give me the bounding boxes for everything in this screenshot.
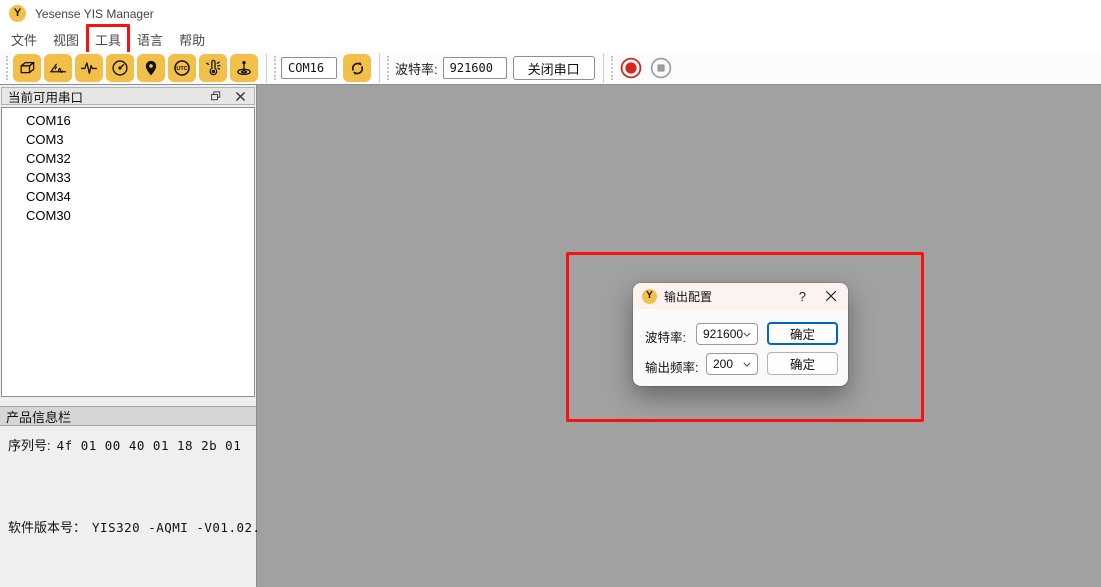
- toolbar-separator: [379, 53, 380, 83]
- menu-item-language[interactable]: 语言: [136, 28, 164, 51]
- toolbar-drag-handle[interactable]: [387, 56, 389, 80]
- dialog-baud-value: 921600: [703, 327, 743, 341]
- port-list-item[interactable]: COM33: [2, 168, 254, 187]
- close-panel-button[interactable]: [232, 89, 248, 103]
- serial-ports-panel: 当前可用串口 COM16 COM3 COM32 COM33 COM34 COM3…: [0, 85, 257, 587]
- attitude-icon: [234, 58, 254, 78]
- dialog-rate-value: 200: [713, 357, 733, 371]
- temperature-button[interactable]: [199, 54, 227, 82]
- float-panel-button[interactable]: [208, 89, 224, 103]
- menu-item-file[interactable]: 文件: [10, 28, 38, 51]
- toolbar-separator: [266, 53, 267, 83]
- port-list: COM16 COM3 COM32 COM33 COM34 COM30: [1, 107, 255, 397]
- refresh-ports-button[interactable]: [343, 54, 371, 82]
- gauge-icon: [110, 58, 130, 78]
- attitude-curve-button[interactable]: [44, 54, 72, 82]
- port-list-item[interactable]: COM32: [2, 149, 254, 168]
- cube-icon: [17, 58, 37, 78]
- dialog-close-button[interactable]: [823, 290, 839, 302]
- menu-item-view[interactable]: 视图: [52, 28, 80, 51]
- title-bar: Y Yesense YIS Manager: [0, 0, 1101, 27]
- svg-text:UTC: UTC: [176, 66, 187, 72]
- software-version-value: YIS320 -AQMI -V01.02.03;: [92, 520, 285, 535]
- app-window: Y Yesense YIS Manager 文件 视图 工具 语言 帮助: [0, 0, 1101, 587]
- dialog-title-bar: Y 输出配置 ?: [633, 283, 848, 309]
- menu-item-tools[interactable]: 工具: [94, 28, 122, 51]
- port-list-item[interactable]: COM16: [2, 111, 254, 130]
- dialog-rate-label: 输出频率:: [645, 357, 698, 376]
- chevron-down-icon: [743, 362, 751, 367]
- com-port-select[interactable]: COM16: [281, 57, 337, 79]
- product-info-title: 产品信息栏: [6, 407, 71, 426]
- serial-number-row: 序列号: 4f 01 00 40 01 18 2b 01: [8, 435, 241, 454]
- record-button[interactable]: [618, 55, 644, 81]
- dialog-logo-icon: Y: [642, 289, 657, 304]
- port-list-item[interactable]: COM30: [2, 206, 254, 225]
- toolbar-drag-handle[interactable]: [611, 56, 613, 80]
- menu-item-tools-label: 工具: [95, 33, 121, 48]
- gauge-button[interactable]: [106, 54, 134, 82]
- stop-button[interactable]: [648, 55, 674, 81]
- serial-number-label: 序列号:: [8, 435, 51, 454]
- serial-number-value: 4f 01 00 40 01 18 2b 01: [57, 438, 242, 453]
- close-icon: [235, 91, 246, 102]
- software-version-row: 软件版本号： YIS320 -AQMI -V01.02.03;: [8, 517, 285, 536]
- software-version-label: 软件版本号：: [8, 517, 86, 536]
- waveform-icon: [79, 58, 99, 78]
- angle-curve-icon: [48, 58, 68, 78]
- baud-rate-value: 921600: [450, 61, 493, 75]
- record-icon: [619, 56, 643, 80]
- baud-rate-label: 波特率:: [395, 59, 438, 78]
- raw-data-curve-button[interactable]: [75, 54, 103, 82]
- dialog-help-button[interactable]: ?: [799, 289, 816, 304]
- menu-bar: 文件 视图 工具 语言 帮助: [0, 27, 1101, 52]
- refresh-icon: [348, 59, 367, 78]
- window-title: Yesense YIS Manager: [35, 7, 154, 21]
- port-list-item[interactable]: COM3: [2, 130, 254, 149]
- chevron-down-icon: [499, 65, 500, 71]
- toolbar-drag-handle[interactable]: [274, 56, 276, 80]
- product-info-header: 产品信息栏: [0, 406, 256, 426]
- dialog-rate-select[interactable]: 200: [706, 353, 758, 375]
- 3d-view-button[interactable]: [13, 54, 41, 82]
- close-serial-port-button[interactable]: 关闭串口: [513, 56, 595, 80]
- utc-time-button[interactable]: UTC: [168, 54, 196, 82]
- utc-clock-icon: UTC: [172, 58, 192, 78]
- serial-ports-panel-header: 当前可用串口: [1, 87, 255, 105]
- toolbar: UTC COM16: [0, 52, 1101, 85]
- output-config-dialog: Y 输出配置 ? 波特率: 921600 确定 输出频率: 200 确定: [633, 283, 848, 386]
- output-config-dialog-wrap: Y 输出配置 ? 波特率: 921600 确定 输出频率: 200 确定: [633, 283, 848, 386]
- dialog-baud-ok-button[interactable]: 确定: [767, 322, 838, 345]
- float-panel-icon: [210, 90, 222, 102]
- app-logo-icon: Y: [9, 5, 26, 22]
- toolbar-separator: [603, 53, 604, 83]
- serial-ports-panel-title: 当前可用串口: [8, 87, 200, 106]
- attitude-indicator-button[interactable]: [230, 54, 258, 82]
- toolbar-drag-handle[interactable]: [6, 56, 8, 80]
- port-list-item[interactable]: COM34: [2, 187, 254, 206]
- dialog-baud-select[interactable]: 921600: [696, 323, 758, 345]
- stop-icon: [649, 56, 673, 80]
- dialog-baud-label: 波特率:: [645, 327, 686, 346]
- location-button[interactable]: [137, 54, 165, 82]
- baud-rate-select[interactable]: 921600: [443, 57, 507, 79]
- location-pin-icon: [141, 58, 161, 78]
- close-icon: [825, 290, 837, 302]
- chevron-down-icon: [743, 332, 751, 337]
- menu-item-help[interactable]: 帮助: [178, 28, 206, 51]
- thermometer-icon: [203, 58, 223, 78]
- com-port-value: COM16: [288, 61, 324, 75]
- dialog-rate-ok-button[interactable]: 确定: [767, 352, 838, 375]
- dialog-title: 输出配置: [664, 288, 792, 305]
